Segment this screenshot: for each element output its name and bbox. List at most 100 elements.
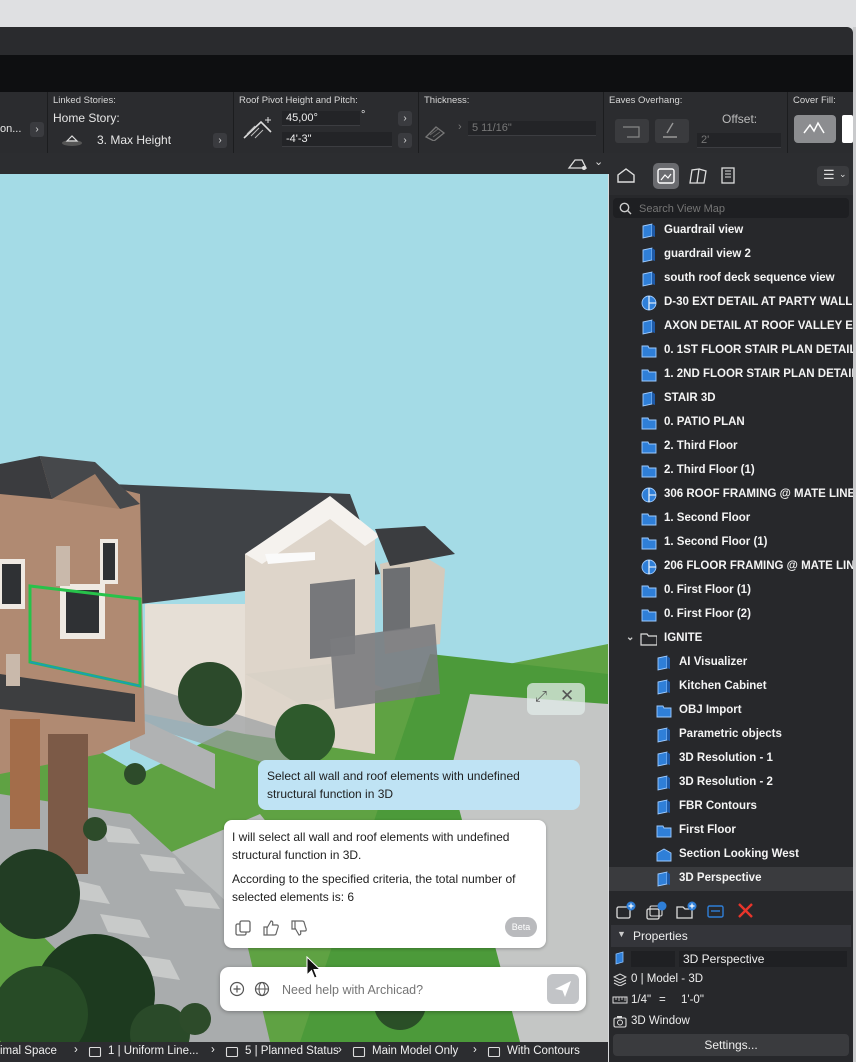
save-view-icon[interactable] [705,901,727,921]
line-type-icon [88,1046,102,1058]
view-item[interactable]: south roof deck sequence view [609,267,853,291]
eaves-edge-button[interactable] [655,119,689,143]
properties-header[interactable]: ▼ Properties [611,925,851,947]
plan-view-icon [641,345,657,358]
assistant-message-text: According to the specified criteria, the… [232,872,516,904]
view-item-label: Guardrail view [664,224,744,236]
new-view-icon[interactable] [615,901,637,921]
scale-left[interactable]: 1/4" [631,994,651,1006]
view-item[interactable]: 3D Resolution - 1 [609,747,853,771]
view-item-label: 306 ROOF FRAMING @ MATE LINE [664,488,853,500]
expand-icon[interactable]: ⤢ [535,688,547,705]
layout-book-tab-icon[interactable] [685,163,711,189]
publisher-tab-icon[interactable] [715,163,741,189]
thickness-field[interactable]: 5 11/16" [468,121,596,136]
view-item[interactable]: 3D Resolution - 2 [609,771,853,795]
new-folder-icon[interactable] [675,901,697,921]
eaves-type-button[interactable] [615,119,649,143]
chevron-down-icon[interactable]: ⌄ [594,155,603,168]
roof-pitch-field[interactable]: 45,00° [282,111,360,126]
view-item[interactable]: AI Visualizer [609,651,853,675]
view-item[interactable]: Guardrail view [609,219,853,243]
collapse-triangle-icon: ▼ [617,929,626,939]
view-map-tree: Guardrail view guardrail view 2 south roof… [609,219,853,955]
view-item-label: 1. 2ND FLOOR STAIR PLAN DETAIL [664,368,853,380]
info-section-thickness: Thickness: › 5 11/16" [418,92,604,153]
cover-fill-swatch[interactable] [842,115,853,143]
layer-combination[interactable]: 0 | Model - 3D [631,973,703,985]
view-item[interactable]: Kitchen Cabinet [609,675,853,699]
view-item[interactable]: OBJ Import [609,699,853,723]
navigator-tabs: ☰ ⌄ [609,153,853,195]
info-section-roof-pivot: Roof Pivot Height and Pitch: 45,00° ° › … [233,92,419,153]
panel-menu-button[interactable]: ☰ ⌄ [817,166,849,186]
home-story-value[interactable]: 3. Max Height [97,133,171,147]
scale-right[interactable]: 1'-0" [681,994,704,1006]
chevron-right-icon[interactable]: › [398,111,412,126]
view-item[interactable]: Section Looking West [609,843,853,867]
view-id-field[interactable] [631,951,675,967]
view-item[interactable]: 1. Second Floor (1) [609,531,853,555]
view-item-label: D-30 EXT DETAIL AT PARTY WALL E [664,296,853,308]
view-item-label: south roof deck sequence view [664,272,835,284]
view-item[interactable]: 0. PATIO PLAN [609,411,853,435]
thumbs-down-icon[interactable] [290,919,308,937]
copy-icon[interactable] [234,919,252,937]
view-item[interactable]: STAIR 3D [609,387,853,411]
plan-view-icon [641,465,657,478]
chat-input-field[interactable] [280,979,534,1001]
view-item[interactable]: 3D Perspective [609,867,853,891]
globe-icon[interactable] [254,981,270,997]
project-map-tab-icon[interactable] [613,163,639,189]
view-item[interactable]: AXON DETAIL AT ROOF VALLEY EAS [609,315,853,339]
close-icon[interactable]: ✕ [560,686,574,706]
view-item[interactable]: 0. First Floor (2) [609,603,853,627]
view-orientation-icon[interactable] [566,156,592,172]
chevron-right-icon[interactable]: › [211,1044,215,1056]
view-item[interactable]: 2. Third Floor [609,435,853,459]
view-map-search-input[interactable] [637,200,846,218]
view-item[interactable]: 2. Third Floor (1) [609,459,853,483]
pivot-height-field[interactable]: -4'-3" [282,132,392,147]
view-item[interactable]: First Floor [609,819,853,843]
status-bar-label: 1 | Uniform Line... [108,1045,199,1057]
offset-field[interactable]: 2' [697,133,781,148]
add-icon[interactable] [229,981,245,997]
send-button[interactable] [547,974,579,1004]
offset-label: Offset: [722,112,758,126]
view-item[interactable]: 0. 1ST FLOOR STAIR PLAN DETAIL [609,339,853,363]
folder-item[interactable]: ⌄ IGNITE [609,627,853,651]
chevron-right-icon[interactable]: › [213,133,227,148]
clone-view-icon[interactable] [645,901,667,921]
view-item[interactable]: 206 FLOOR FRAMING @ MATE LINE [609,555,853,579]
3d-view-icon [642,223,655,239]
chevron-right-icon[interactable]: › [30,122,44,137]
cover-fill-button[interactable] [794,115,836,143]
view-item[interactable]: 1. 2ND FLOOR STAIR PLAN DETAIL [609,363,853,387]
view-name-field[interactable]: 3D Perspective [679,951,847,967]
chevron-right-icon[interactable]: › [398,133,412,148]
view-item-label: guardrail view 2 [664,248,751,260]
plan-view-icon [641,513,657,526]
chevron-right-icon[interactable]: › [74,1044,78,1056]
view-item[interactable]: guardrail view 2 [609,243,853,267]
view-item-label: Kitchen Cabinet [679,680,767,692]
view-item[interactable]: D-30 EXT DETAIL AT PARTY WALL E [609,291,853,315]
delete-icon[interactable] [735,901,757,921]
view-item[interactable]: FBR Contours [609,795,853,819]
view-item[interactable]: Parametric objects [609,723,853,747]
chevron-down-icon[interactable]: ⌄ [626,632,634,643]
send-icon [555,981,571,997]
3d-view-icon [642,319,655,335]
view-item[interactable]: 306 ROOF FRAMING @ MATE LINE [609,483,853,507]
chevron-right-icon[interactable]: › [473,1044,477,1056]
view-item[interactable]: 1. Second Floor [609,507,853,531]
thumbs-up-icon[interactable] [262,919,280,937]
view-item[interactable]: 0. First Floor (1) [609,579,853,603]
settings-button[interactable]: Settings... [613,1034,849,1056]
view-map-search [613,198,849,218]
chevron-right-icon[interactable]: › [338,1044,342,1056]
window-title-bar [0,27,853,55]
view-map-tab[interactable] [653,163,679,189]
plan-view-icon [641,369,657,382]
